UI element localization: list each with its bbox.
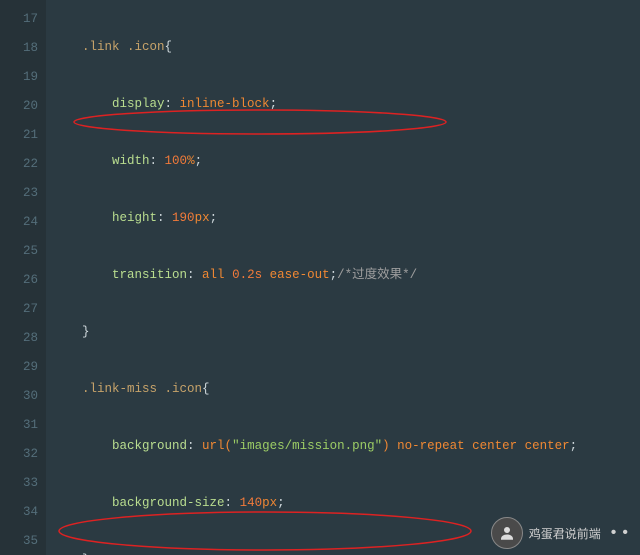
line-number: 35 — [10, 527, 38, 555]
line-number: 18 — [10, 34, 38, 63]
line-number: 19 — [10, 63, 38, 92]
line-number: 27 — [10, 295, 38, 324]
line-number: 28 — [10, 324, 38, 353]
line-number: 26 — [10, 266, 38, 295]
line-number: 23 — [10, 179, 38, 208]
line-number: 24 — [10, 208, 38, 237]
watermark-label: 鸡蛋君说前端 — [529, 525, 601, 542]
line-number: 20 — [10, 92, 38, 121]
avatar-icon — [491, 517, 523, 549]
line-number: 33 — [10, 469, 38, 498]
line-number: 32 — [10, 440, 38, 469]
line-number: 29 — [10, 353, 38, 382]
code-editor[interactable]: 1718192021222324252627282930313233343536… — [0, 0, 640, 555]
line-number: 22 — [10, 150, 38, 179]
line-number-gutter: 1718192021222324252627282930313233343536… — [0, 0, 46, 555]
line-number: 30 — [10, 382, 38, 411]
line-number: 31 — [10, 411, 38, 440]
dots-icon: •• — [609, 524, 632, 542]
watermark-overlay: 鸡蛋君说前端 •• — [491, 517, 632, 549]
code-area[interactable]: .link .icon{ display: inline-block; widt… — [46, 0, 577, 555]
line-number: 25 — [10, 237, 38, 266]
line-number: 17 — [10, 5, 38, 34]
line-number: 34 — [10, 498, 38, 527]
line-number: 21 — [10, 121, 38, 150]
